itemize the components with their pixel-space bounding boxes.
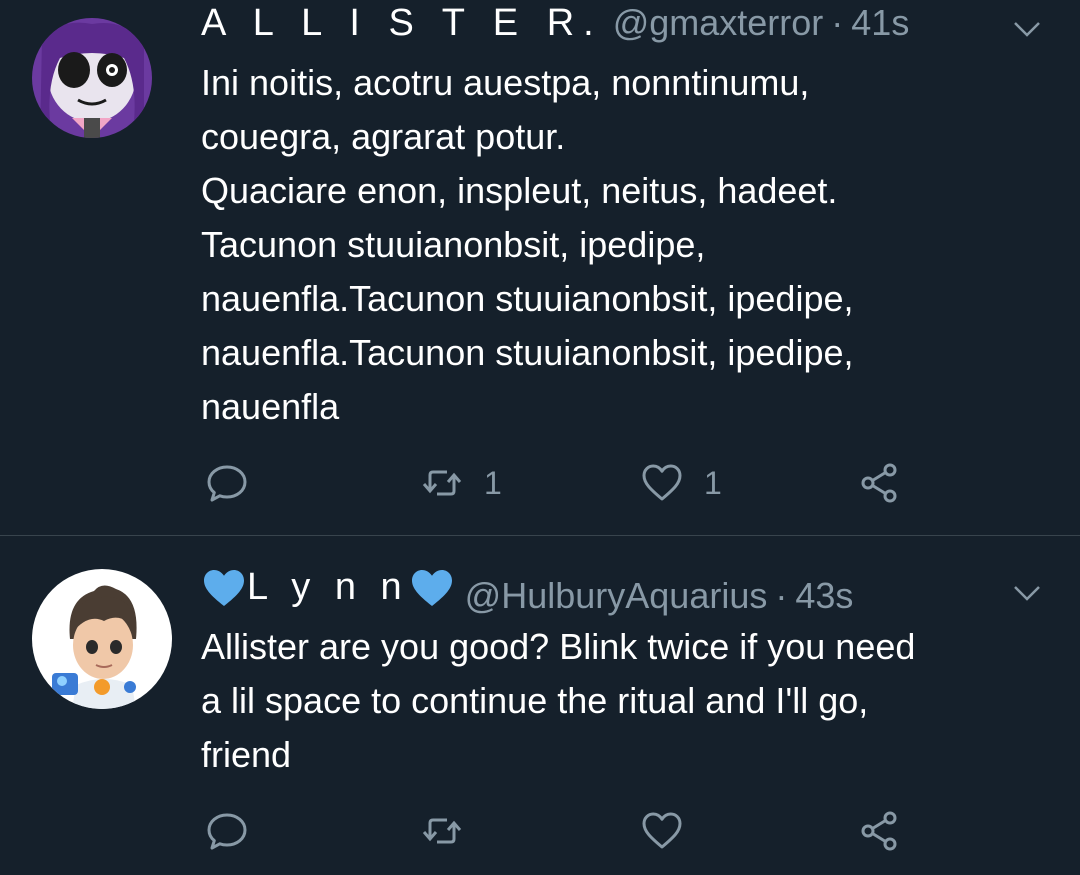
tweet-header: A L L I S T E R. @gmaxterror · 41s (201, 2, 1052, 58)
tweet-actions (0, 806, 1080, 856)
tweet-text-line: nauenfla.Tacunon stuuianonbsit, ipedipe, (201, 332, 854, 373)
speech-bubble-icon (207, 465, 247, 502)
timestamp[interactable]: 43s (795, 575, 853, 617)
avatar-lynn[interactable] (32, 569, 172, 709)
display-name[interactable]: L y n n (201, 566, 455, 609)
tweet-text-line: Tacunon stuuianonbsit, ipedipe, (201, 224, 706, 265)
tweet-lynn[interactable]: L y n n @HulburyAquarius · 43s Allister … (0, 536, 1080, 875)
timestamp[interactable]: 41s (851, 2, 909, 44)
separator-dot: · (831, 2, 844, 43)
user-handle[interactable]: @gmaxterror (613, 2, 824, 44)
tweet-text-line: nauenfla (201, 386, 340, 427)
avatar-allister[interactable] (32, 18, 152, 138)
tweet-allister[interactable]: A L L I S T E R. @gmaxterror · 41s Ini n… (0, 0, 1080, 535)
chevron-down-icon[interactable] (1012, 19, 1042, 39)
tweet-text-line: Ini noitis, acotru auestpa, nonntinumu, (201, 62, 810, 103)
like-button[interactable] (640, 806, 684, 856)
heart-outline-icon (642, 812, 682, 849)
tweet-text-line: Quaciare enon, inspleut, neitus, hadeet. (201, 170, 838, 211)
retweet-arrows-icon (422, 818, 462, 844)
separator-dot: · (775, 574, 788, 616)
reply-button[interactable] (205, 458, 249, 508)
tweet-text-line: couegra, agrarat potur. (201, 116, 566, 157)
like-count: 1 (704, 464, 722, 501)
blue-heart-icon (411, 569, 452, 606)
tweet-text-line: a lil space to continue the ritual and I… (201, 680, 869, 721)
blue-heart-icon (204, 569, 244, 606)
tweet-text-line: friend (201, 734, 292, 775)
retweet-count: 1 (484, 464, 502, 501)
user-handle[interactable]: @HulburyAquarius (465, 575, 768, 617)
share-button[interactable] (858, 458, 902, 508)
speech-bubble-icon (207, 813, 247, 850)
tweet-text: Allister are you good? Blink twice if yo… (201, 620, 1050, 782)
share-button[interactable] (858, 806, 902, 856)
display-name-text: L y n n (247, 566, 409, 608)
tweet-actions: 1 1 (0, 458, 1080, 508)
tweet-text-line: Allister are you good? Blink twice if yo… (201, 626, 916, 667)
retweet-button[interactable] (420, 806, 464, 856)
retweet-arrows-icon (422, 470, 462, 496)
display-name[interactable]: A L L I S T E R. (201, 2, 603, 45)
tweet-text: Ini noitis, acotru auestpa, nonntinumu, … (201, 56, 1050, 434)
chevron-down-icon[interactable] (1012, 583, 1042, 603)
like-button[interactable]: 1 (640, 458, 722, 508)
tweet-text-line: nauenfla.Tacunon stuuianonbsit, ipedipe, (201, 278, 854, 319)
heart-outline-icon (642, 464, 682, 501)
share-nodes-icon (861, 463, 897, 503)
share-nodes-icon (861, 811, 897, 851)
retweet-button[interactable]: 1 (420, 458, 502, 508)
reply-button[interactable] (205, 806, 249, 856)
tweet-header: L y n n @HulburyAquarius · 43s (201, 566, 1052, 622)
